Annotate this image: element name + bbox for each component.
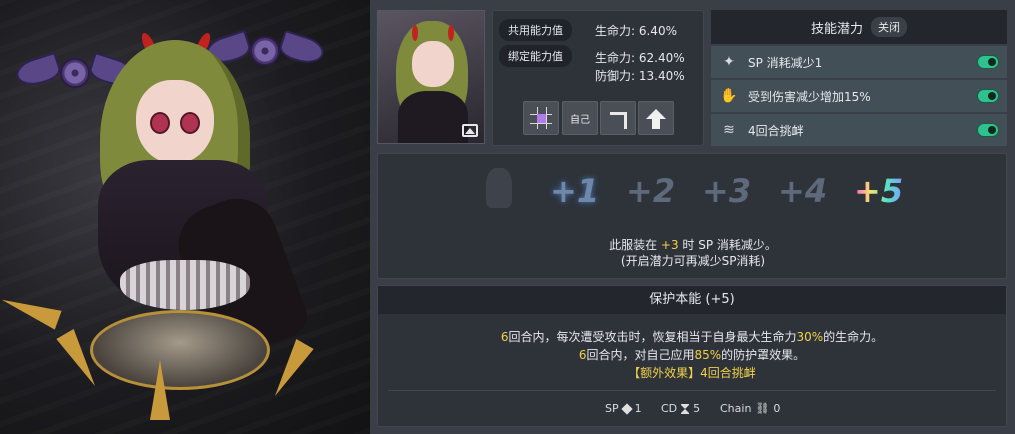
- character-silhouette-icon: [486, 168, 512, 208]
- costume-portrait[interactable]: [377, 10, 485, 144]
- buff-button[interactable]: [638, 101, 674, 135]
- protect-desc-2b: 的防护罩效果。: [721, 348, 806, 362]
- potential-level-5[interactable]: +5: [854, 172, 903, 210]
- potential-desc-part-b: 时 SP 消耗减少。: [678, 238, 777, 252]
- potential-level-2[interactable]: +2: [626, 172, 675, 210]
- skill-row-1: ✦ SP 消耗减少1: [711, 46, 1007, 78]
- protect-desc-1b: 的生命力。: [823, 330, 884, 344]
- skill-potential-title: 技能潜力: [810, 21, 863, 37]
- image-view-icon[interactable]: [462, 124, 478, 137]
- protect-skill-title: 保护本能 (+5): [378, 286, 1006, 314]
- skill-label-2: 受到伤害减少增加15%: [748, 89, 871, 104]
- protect-skill-card: 保护本能 (+5) 6回合内，每次遭受攻击时，恢复相当于自身最大生命力30%的生…: [377, 285, 1007, 427]
- bound-def: 防御力: 13.40%: [595, 69, 685, 83]
- sp-label: SP: [605, 402, 619, 415]
- shared-hp: 生命力: 6.40%: [595, 24, 677, 38]
- sp-value: 1: [634, 402, 642, 415]
- skill-switch-2[interactable]: [977, 89, 999, 103]
- bound-stats-tag: 绑定能力值: [499, 45, 572, 67]
- protect-desc-line2: 6回合内，对自己应用85%的防护罩效果。: [378, 346, 1006, 363]
- chain-count: Chain ⛓ 0: [720, 402, 780, 415]
- cd-value: 5: [693, 402, 701, 415]
- skill-switch-1[interactable]: [977, 55, 999, 69]
- potential-level-4[interactable]: +4: [778, 172, 827, 210]
- stats-card: 共用能力值 生命力: 6.40% 绑定能力值 生命力: 62.40% 防御力: …: [492, 10, 704, 146]
- skill-row-3: ≋ 4回合挑衅: [711, 114, 1007, 146]
- self-label: 自己: [570, 114, 590, 126]
- potential-levels-card: +1 +2 +3 +4 +5 此服装在 +3 时 SP 消耗减少。 (开启潜力可…: [377, 153, 1007, 279]
- protect-pct-1: 30%: [796, 330, 824, 344]
- skill-label-3: 4回合挑衅: [748, 123, 804, 138]
- sp-cost: SP 1: [605, 402, 642, 415]
- throne: [0, 260, 320, 420]
- cd-label: CD: [661, 402, 678, 415]
- target-grid-button[interactable]: [523, 101, 559, 135]
- cooldown: CD 5: [661, 402, 700, 415]
- wind-icon: ≋: [723, 122, 735, 138]
- chain-label: Chain: [720, 402, 752, 415]
- skill-switch-3[interactable]: [977, 123, 999, 137]
- potential-desc-line2: (开启潜力可再减少SP消耗): [620, 254, 766, 268]
- hand-icon: ✋: [720, 88, 738, 104]
- skill-potential-toggle[interactable]: 关闭: [871, 17, 907, 37]
- diagonal-arrow-icon: [608, 108, 628, 128]
- skill-potential-header: 技能潜力 关闭: [711, 10, 1007, 44]
- star-icon: ✦: [723, 54, 735, 70]
- skill-potential-card: 技能潜力 关闭 ✦ SP 消耗减少1 ✋ 受到伤害减少增加15% ≋ 4回合挑衅: [711, 10, 1007, 146]
- potential-desc-line1: 此服装在 +3 时 SP 消耗减少。: [378, 236, 1008, 253]
- costume-detail-panel: 共用能力值 生命力: 6.40% 绑定能力值 生命力: 62.40% 防御力: …: [370, 0, 1015, 434]
- potential-desc-part-a: 此服装在: [609, 238, 661, 252]
- potential-desc-highlight: +3: [660, 238, 679, 252]
- skill-type-button[interactable]: [600, 101, 636, 135]
- protect-bonus-effect: 【额外效果】4回合挑衅: [628, 366, 756, 380]
- bound-hp: 生命力: 62.40%: [595, 51, 685, 65]
- target-grid-icon: [530, 107, 552, 129]
- potential-level-1[interactable]: +1: [550, 172, 599, 210]
- shared-stats-tag: 共用能力值: [499, 19, 572, 41]
- skill-label-1: SP 消耗减少1: [748, 55, 823, 70]
- character-art: [0, 0, 370, 434]
- up-arrow-icon: [646, 109, 666, 129]
- protect-desc-line1: 6回合内，每次遭受攻击时，恢复相当于自身最大生命力30%的生命力。: [378, 328, 1006, 345]
- hourglass-icon: [681, 403, 690, 414]
- target-self-button[interactable]: 自己: [562, 101, 598, 135]
- chain-value: 0: [773, 402, 781, 415]
- link-icon: ⛓: [755, 402, 770, 415]
- protect-desc-2a: 回合内，对自己应用: [586, 348, 695, 362]
- potential-level-3[interactable]: +3: [702, 172, 751, 210]
- skill-row-2: ✋ 受到伤害减少增加15%: [711, 80, 1007, 112]
- protect-pct-2: 85%: [694, 348, 722, 362]
- protect-desc-1a: 回合内，每次遭受攻击时，恢复相当于自身最大生命力: [508, 330, 797, 344]
- protect-divider: [388, 390, 996, 391]
- diamond-icon: [620, 402, 633, 415]
